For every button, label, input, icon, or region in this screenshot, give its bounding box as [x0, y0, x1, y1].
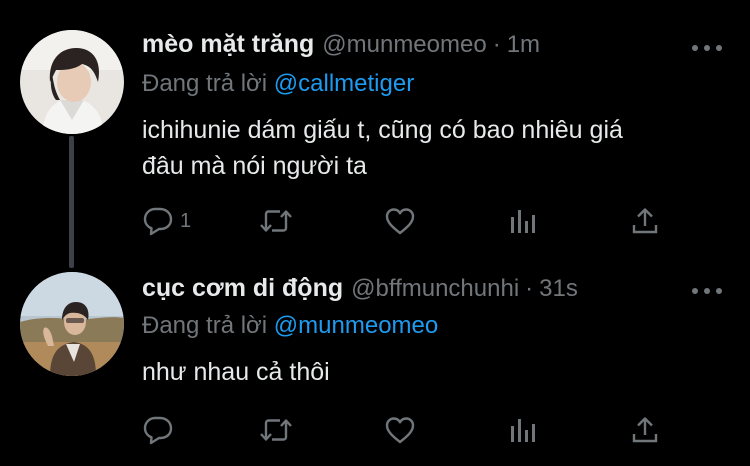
tweet-1[interactable]: mèo mặt trăng @munmeomeo · 1m Đang trả l… [0, 0, 750, 250]
replying-to-link[interactable]: @munmeomeo [274, 312, 438, 339]
reply-button[interactable]: 1 [142, 204, 191, 238]
share-icon [632, 417, 658, 443]
more-icon[interactable] [692, 43, 722, 53]
reply-icon [143, 207, 173, 236]
stats-button[interactable] [508, 204, 538, 238]
display-name[interactable]: mèo mặt trăng [142, 30, 314, 59]
share-icon [632, 208, 658, 234]
heart-icon [385, 208, 415, 235]
action-bar [142, 413, 672, 447]
replying-to: Đang trả lời @munmeomeo [142, 312, 438, 340]
separator-dot: · [492, 31, 501, 58]
replying-to-link[interactable]: @callmetiger [274, 70, 414, 97]
reply-button[interactable] [142, 413, 180, 447]
tweet-text: ichihunie dám giấu t, cũng có bao nhiêu … [142, 112, 732, 184]
retweet-icon [260, 210, 292, 232]
action-bar: 1 [142, 204, 672, 238]
tweet-text: như nhau cả thôi [142, 354, 732, 390]
person-photo-avatar-icon [20, 272, 124, 376]
retweet-icon [260, 419, 292, 441]
replying-prefix: Đang trả lời [142, 70, 268, 97]
retweet-button[interactable] [258, 413, 300, 447]
replying-prefix: Đang trả lời [142, 312, 268, 339]
like-button[interactable] [384, 413, 422, 447]
tweet-2[interactable]: cục cơm di động @bffmunchunhi · 31s Đang… [0, 250, 750, 466]
share-button[interactable] [630, 413, 660, 447]
display-name[interactable]: cục cơm di động [142, 274, 343, 303]
person-photo-avatar-icon [20, 30, 124, 134]
tweet-text-line: ichihunie dám giấu t, cũng có bao nhiêu … [142, 116, 623, 144]
tweet-header: mèo mặt trăng @munmeomeo · 1m [142, 30, 540, 66]
more-icon[interactable] [692, 286, 722, 296]
share-button[interactable] [630, 204, 660, 238]
retweet-button[interactable] [258, 204, 300, 238]
user-handle[interactable]: @munmeomeo [322, 31, 486, 59]
heart-icon [385, 417, 415, 444]
reply-icon [143, 416, 173, 445]
user-handle[interactable]: @bffmunchunhi [351, 275, 519, 303]
stats-icon [511, 419, 535, 442]
tweet-text-line: đâu mà nói người ta [142, 152, 367, 180]
replying-to: Đang trả lời @callmetiger [142, 70, 414, 98]
stats-button[interactable] [508, 413, 538, 447]
avatar[interactable] [20, 30, 124, 134]
avatar[interactable] [20, 272, 124, 376]
like-button[interactable] [384, 204, 422, 238]
timestamp[interactable]: 31s [539, 275, 578, 303]
stats-icon [511, 210, 535, 233]
separator-dot: · [525, 275, 534, 302]
reply-count: 1 [180, 209, 192, 232]
tweet-header: cục cơm di động @bffmunchunhi · 31s [142, 274, 578, 310]
tweet-text-line: như nhau cả thôi [142, 358, 330, 386]
timestamp[interactable]: 1m [507, 31, 540, 59]
